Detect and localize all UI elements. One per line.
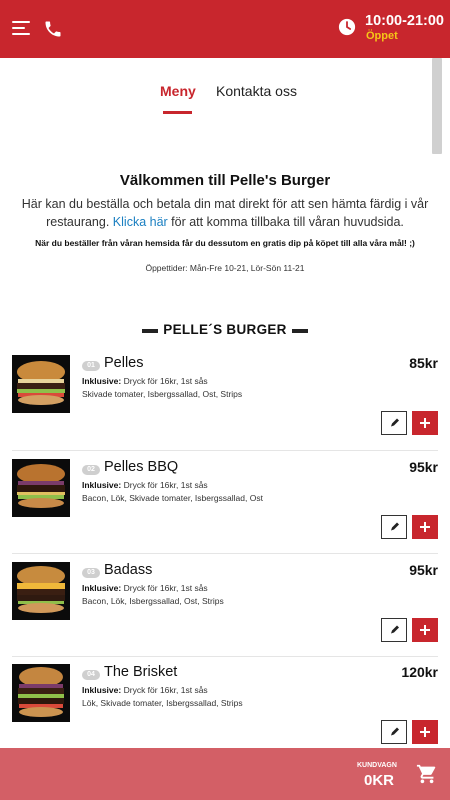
item-number: 03 <box>82 568 100 578</box>
add-to-cart-button[interactable] <box>412 720 438 744</box>
burger-image <box>12 355 70 413</box>
burger-image <box>12 459 70 517</box>
cart-label: KUNDVAGN <box>357 762 397 769</box>
pencil-icon <box>391 727 399 736</box>
add-to-cart-button[interactable] <box>412 411 438 435</box>
inclusive-label: Inklusive: <box>82 480 122 490</box>
cart-total: 0KR <box>364 772 395 789</box>
inclusive-label: Inklusive: <box>82 685 122 695</box>
customize-button[interactable] <box>381 515 407 539</box>
inclusive-value: Dryck för 16kr, 1st sås <box>123 583 208 593</box>
item-number: 02 <box>82 465 100 475</box>
pencil-icon <box>391 625 399 634</box>
item-price: 95kr <box>409 562 438 578</box>
item-name: Pelles BBQ <box>104 459 179 475</box>
item-name: The Brisket <box>104 664 178 680</box>
back-to-main-site-link[interactable]: Klicka här <box>113 215 168 229</box>
cart-bar[interactable]: KUNDVAGN 0KR <box>0 748 450 800</box>
item-inclusive: Inklusive: Dryck för 16kr, 1st sås <box>82 480 208 490</box>
add-to-cart-button[interactable] <box>412 515 438 539</box>
menu-icon[interactable] <box>12 21 30 37</box>
phone-icon[interactable] <box>43 19 63 39</box>
cart-icon[interactable] <box>416 763 438 785</box>
item-number: 01 <box>82 361 100 371</box>
welcome-title: Välkommen till Pelle's Burger <box>119 172 331 189</box>
free-dip-note: När du beställer från våran hemsida får … <box>35 238 415 248</box>
pencil-icon <box>391 522 399 531</box>
menu-item: 03 Badass 95kr Inklusive: Dryck för 16kr… <box>0 562 450 665</box>
inclusive-label: Inklusive: <box>82 583 122 593</box>
item-price: 85kr <box>409 355 438 371</box>
menu-item: 02 Pelles BBQ 95kr Inklusive: Dryck för … <box>0 459 450 562</box>
menu-item: 01 Pelles 85kr Inklusive: Dryck för 16kr… <box>0 355 450 458</box>
item-name: Badass <box>104 562 153 578</box>
inclusive-value: Dryck för 16kr, 1st sås <box>123 480 208 490</box>
top-bar: 10:00-21:00 Öppet <box>0 0 450 58</box>
item-ingredients: Lök, Skivade tomater, Isbergssallad, Str… <box>82 698 243 708</box>
add-to-cart-button[interactable] <box>412 618 438 642</box>
customize-button[interactable] <box>381 618 407 642</box>
opening-hours-text: Öppettider: Mån-Fre 10-21, Lör-Sön 11-21 <box>145 263 305 273</box>
tab-active-indicator <box>163 111 192 114</box>
item-price: 120kr <box>401 664 438 680</box>
tab-kontakta-oss[interactable]: Kontakta oss <box>216 83 297 99</box>
category-header-right-bar <box>292 329 308 333</box>
item-inclusive: Inklusive: Dryck för 16kr, 1st sås <box>82 583 208 593</box>
tab-meny[interactable]: Meny <box>160 83 196 99</box>
inclusive-label: Inklusive: <box>82 376 122 386</box>
burger-image <box>12 562 70 620</box>
welcome-text-end: för att komma tillbaka till våran huvuds… <box>167 215 404 229</box>
divider <box>12 656 438 657</box>
category-header: PELLE´S BURGER <box>0 322 450 340</box>
item-ingredients: Bacon, Lök, Isbergssallad, Ost, Strips <box>82 596 224 606</box>
customize-button[interactable] <box>381 411 407 435</box>
scrollbar[interactable] <box>432 58 442 154</box>
burger-image <box>12 664 70 722</box>
item-price: 95kr <box>409 459 438 475</box>
welcome-text: Här kan du beställa och betala din mat d… <box>20 195 430 231</box>
customize-button[interactable] <box>381 720 407 744</box>
pencil-icon <box>391 418 399 427</box>
inclusive-value: Dryck för 16kr, 1st sås <box>123 376 208 386</box>
divider <box>12 553 438 554</box>
item-inclusive: Inklusive: Dryck för 16kr, 1st sås <box>82 376 208 386</box>
opening-hours-header: 10:00-21:00 <box>365 13 444 29</box>
item-number: 04 <box>82 670 100 680</box>
item-ingredients: Skivade tomater, Isbergssallad, Ost, Str… <box>82 389 243 399</box>
item-inclusive: Inklusive: Dryck för 16kr, 1st sås <box>82 685 208 695</box>
item-name: Pelles <box>104 355 144 371</box>
open-status: Öppet <box>366 30 398 42</box>
clock-icon <box>338 18 356 36</box>
divider <box>12 450 438 451</box>
inclusive-value: Dryck för 16kr, 1st sås <box>123 685 208 695</box>
item-ingredients: Bacon, Lök, Skivade tomater, Isbergssall… <box>82 493 263 503</box>
category-title: PELLE´S BURGER <box>163 322 287 337</box>
